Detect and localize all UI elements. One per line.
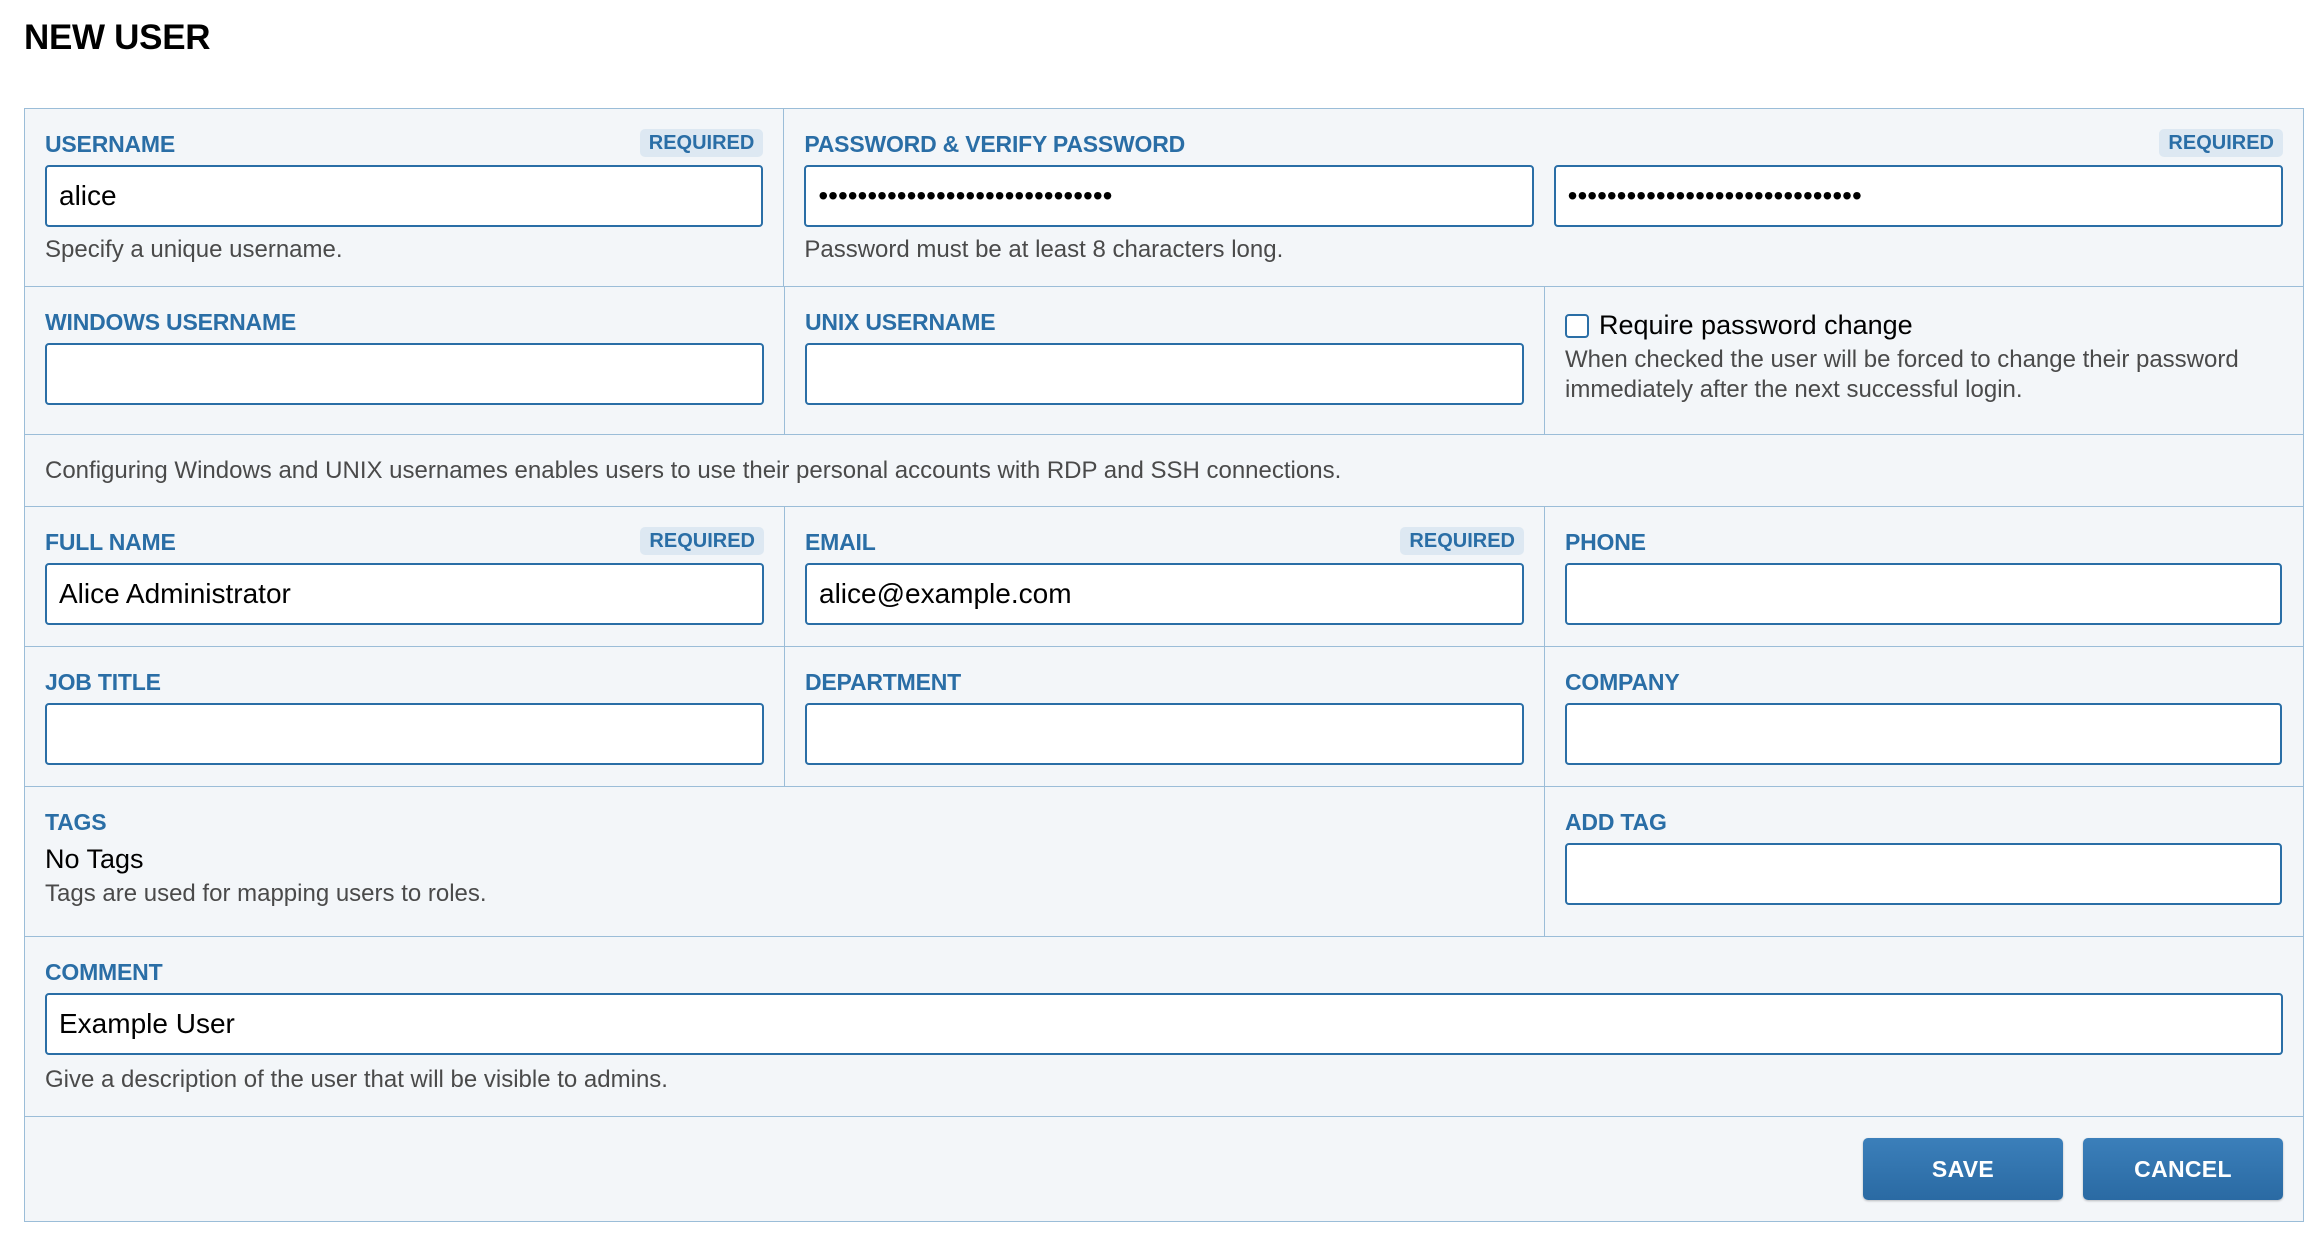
department-label: DEPARTMENT xyxy=(805,669,962,695)
usernames-note: Configuring Windows and UNIX usernames e… xyxy=(25,435,2303,507)
job-title-input[interactable] xyxy=(45,703,764,765)
tags-help: Tags are used for mapping users to roles… xyxy=(45,880,487,907)
email-required-badge: REQUIRED xyxy=(1400,527,1524,555)
actions-row: SAVE CANCEL xyxy=(25,1117,2303,1221)
password-required-badge: REQUIRED xyxy=(2159,129,2283,157)
tags-cell: TAGS No Tags Tags are used for mapping u… xyxy=(25,787,1545,936)
phone-label: PHONE xyxy=(1565,529,1646,555)
email-cell: EMAIL REQUIRED xyxy=(785,507,1545,646)
comment-help: Give a description of the user that will… xyxy=(45,1066,668,1093)
new-user-page: NEW USER USERNAME REQUIRED Specify a uni… xyxy=(0,0,2324,1240)
comment-row: COMMENT Give a description of the user t… xyxy=(25,937,2303,1117)
password-help: Password must be at least 8 characters l… xyxy=(804,236,1284,263)
company-input[interactable] xyxy=(1565,703,2282,765)
tags-label: TAGS xyxy=(45,809,107,835)
company-cell: COMPANY xyxy=(1545,647,2302,786)
phone-input[interactable] xyxy=(1565,563,2282,625)
cancel-button[interactable]: CANCEL xyxy=(2083,1138,2283,1200)
new-user-form: USERNAME REQUIRED Specify a unique usern… xyxy=(24,108,2304,1222)
require-password-change-checkbox[interactable] xyxy=(1565,313,1589,338)
windows-username-input[interactable] xyxy=(45,343,764,405)
password-cell: PASSWORD & VERIFY PASSWORD REQUIRED Pass… xyxy=(784,109,2303,286)
windows-username-label: WINDOWS USERNAME xyxy=(45,309,297,335)
add-tag-input[interactable] xyxy=(1565,843,2282,905)
organization-row: JOB TITLE DEPARTMENT COMPANY xyxy=(25,647,2303,787)
username-input[interactable] xyxy=(45,165,764,227)
contact-row: FULL NAME REQUIRED EMAIL REQUIRED PHONE xyxy=(25,507,2303,647)
require-password-change-control[interactable]: Require password change xyxy=(1565,310,2282,341)
username-cell: USERNAME REQUIRED Specify a unique usern… xyxy=(25,109,785,286)
department-input[interactable] xyxy=(805,703,1524,765)
email-input[interactable] xyxy=(805,563,1524,625)
username-required-badge: REQUIRED xyxy=(639,129,764,157)
save-button[interactable]: SAVE xyxy=(1863,1138,2063,1200)
windows-username-cell: WINDOWS USERNAME xyxy=(25,287,785,434)
add-tag-label: ADD TAG xyxy=(1565,809,1667,835)
tags-row: TAGS No Tags Tags are used for mapping u… xyxy=(25,787,2303,937)
credentials-row: USERNAME REQUIRED Specify a unique usern… xyxy=(25,109,2303,287)
password-input[interactable] xyxy=(804,165,1534,227)
unix-username-label: UNIX USERNAME xyxy=(805,309,996,335)
phone-cell: PHONE xyxy=(1545,507,2302,646)
unix-username-cell: UNIX USERNAME xyxy=(785,287,1545,434)
system-usernames-row: WINDOWS USERNAME UNIX USERNAME Require p… xyxy=(25,287,2303,435)
password-label: PASSWORD & VERIFY PASSWORD xyxy=(804,131,1186,157)
job-title-label: JOB TITLE xyxy=(45,669,161,695)
full-name-required-badge: REQUIRED xyxy=(640,527,764,555)
comment-input[interactable] xyxy=(45,993,2283,1055)
comment-label: COMMENT xyxy=(45,959,163,985)
form-actions: SAVE CANCEL xyxy=(25,1117,2303,1221)
comment-cell: COMMENT Give a description of the user t… xyxy=(25,937,2303,1116)
verify-password-input[interactable] xyxy=(1553,165,2283,227)
add-tag-cell: ADD TAG xyxy=(1545,787,2302,936)
job-title-cell: JOB TITLE xyxy=(25,647,785,786)
full-name-cell: FULL NAME REQUIRED xyxy=(25,507,785,646)
company-label: COMPANY xyxy=(1565,669,1680,695)
unix-username-input[interactable] xyxy=(805,343,1524,405)
password-fields xyxy=(804,159,2283,227)
department-cell: DEPARTMENT xyxy=(785,647,1545,786)
require-password-change-help: When checked the user will be forced to … xyxy=(1565,346,2239,403)
username-help: Specify a unique username. xyxy=(45,236,343,263)
require-password-change-label[interactable]: Require password change xyxy=(1599,310,1913,341)
require-password-change-cell: Require password change When checked the… xyxy=(1545,287,2302,434)
tags-value: No Tags xyxy=(45,844,144,874)
full-name-input[interactable] xyxy=(45,563,764,625)
page-title: NEW USER xyxy=(24,18,211,57)
